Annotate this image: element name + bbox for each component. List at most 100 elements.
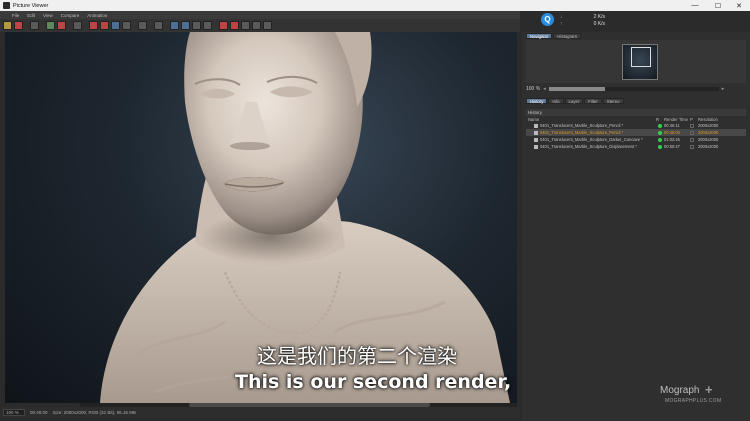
history-row-resolution: 2000x2000	[698, 130, 719, 135]
channel-red-icon[interactable]	[89, 21, 98, 30]
history-row-p-flag[interactable]	[690, 137, 694, 142]
history-row-time: 00:46:11	[664, 123, 680, 128]
subtitle-chinese: 这是我们的第二个渲染	[257, 344, 457, 368]
history-row-name: 0401_Translucent_Marble_Sculpture_Pencil…	[540, 123, 624, 128]
color-picker-icon[interactable]	[138, 21, 147, 30]
history-section-title: History	[526, 109, 746, 116]
history-list: 0401_Translucent_Marble_Sculpture_Pencil…	[526, 122, 746, 150]
zoom-out-icon[interactable]: ◂	[543, 86, 546, 92]
navigator-view-frame[interactable]	[631, 47, 651, 67]
status-dot-icon	[658, 144, 662, 149]
history-row-p-flag[interactable]	[690, 144, 694, 149]
zoom-in-icon[interactable]: ▸	[722, 86, 725, 92]
mograph-logo: Mograph	[660, 385, 700, 396]
filter-1-icon[interactable]	[219, 21, 228, 30]
menu-view[interactable]: View	[43, 13, 53, 18]
tab-filter[interactable]: Filter	[584, 98, 602, 104]
render-thumb-icon	[534, 137, 538, 142]
display-mode-2-icon[interactable]	[181, 21, 190, 30]
ab-compare-icon[interactable]	[73, 21, 82, 30]
frame-time: 00:46:00	[30, 410, 48, 415]
menu-edit[interactable]: Edit	[27, 13, 35, 18]
tab-history[interactable]: History	[526, 98, 548, 104]
history-row-resolution: 2000x2000	[698, 144, 719, 149]
subtitle-english: This is our second render,	[235, 371, 512, 393]
col-render-time[interactable]: Render Time	[664, 117, 688, 122]
upload-arrow-icon: ↑	[560, 21, 563, 27]
download-rate: ↓ 2 K/s	[560, 14, 605, 20]
q-badge-icon[interactable]: Q	[541, 13, 554, 26]
menu-file[interactable]: File	[12, 13, 19, 18]
history-row-p-flag[interactable]	[690, 123, 694, 128]
history-row-name: 0401_Translucent_Marble_Sculpture_Darker…	[540, 137, 643, 142]
history-row-name: 0401_Translucent_Marble_Sculpture_Pencil…	[540, 130, 624, 135]
col-r[interactable]: R	[656, 117, 659, 122]
history-row-time: 01:02:45	[664, 137, 680, 142]
navigator-zoom-slider[interactable]	[548, 86, 719, 91]
display-mode-1-icon[interactable]	[170, 21, 179, 30]
col-resolution[interactable]: Resolution	[698, 117, 718, 122]
film-icon[interactable]	[154, 21, 163, 30]
render-thumb-icon	[534, 130, 538, 135]
image-size-info: Size: 2000x2000, RGB (32 Bit), 96.15 MB	[52, 410, 136, 415]
display-mode-4-icon[interactable]	[203, 21, 212, 30]
history-row[interactable]: 0401_Translucent_Marble_Sculpture_Pencil…	[526, 122, 746, 129]
navigator-preview[interactable]	[526, 40, 746, 83]
save-icon[interactable]	[14, 21, 23, 30]
status-bar: 100 % 00:46:00 Size: 2000x2000, RGB (32 …	[0, 407, 520, 418]
col-name[interactable]: Name	[528, 117, 539, 122]
maximize-button[interactable]: ☐	[707, 0, 729, 11]
tab-histogram[interactable]: Histogram	[553, 33, 581, 39]
history-row-name: 0401_Translucent_Marble_Sculpture_Displa…	[540, 144, 637, 149]
network-stats: Q ↓ 2 K/s ↑ 0 K/s	[540, 11, 750, 32]
status-dot-icon	[658, 123, 662, 128]
render-thumb-icon	[534, 123, 538, 128]
tab-info[interactable]: Info	[548, 98, 564, 104]
navigator-tabs: Navigator Histogram	[526, 33, 581, 39]
zoom-slider-fill	[548, 86, 605, 91]
channel-green-icon[interactable]	[100, 21, 109, 30]
menu-compare[interactable]: Compare	[61, 13, 80, 18]
zoom-field[interactable]: 100 %	[3, 409, 25, 416]
close-button[interactable]: ✕	[728, 0, 750, 11]
channel-blue-icon[interactable]	[111, 21, 120, 30]
tab-stereo[interactable]: Stereo	[602, 98, 624, 104]
history-row-time: 00:46:00	[664, 130, 680, 135]
tab-navigator[interactable]: Navigator	[526, 33, 553, 39]
navigator-thumbnail[interactable]	[622, 44, 658, 80]
status-dot-icon	[658, 130, 662, 135]
upload-rate: ↑ 0 K/s	[560, 21, 605, 27]
logo-url: MOGRAPHPLUS.COM	[665, 398, 722, 404]
history-row[interactable]: 0401_Translucent_Marble_Sculpture_Darker…	[526, 136, 746, 143]
menu-animation[interactable]: Animation	[87, 13, 107, 18]
history-row-p-flag[interactable]	[690, 130, 694, 135]
col-p[interactable]: P	[690, 117, 693, 122]
title-bar: Picture Viewer — ☐ ✕	[0, 0, 750, 11]
status-dot-icon	[658, 137, 662, 142]
download-arrow-icon: ↓	[560, 14, 563, 20]
menu-bar: File Edit View Compare Animation	[0, 11, 520, 19]
app-icon	[3, 2, 10, 9]
render-view-icon[interactable]	[46, 21, 55, 30]
history-row[interactable]: 0401_Translucent_Marble_Sculpture_Displa…	[526, 143, 746, 150]
history-row-resolution: 2000x2000	[698, 137, 719, 142]
minimize-button[interactable]: —	[684, 0, 706, 11]
history-row-time: 00:50:47	[664, 144, 680, 149]
filter-3-icon[interactable]	[241, 21, 250, 30]
stop-icon[interactable]	[30, 21, 39, 30]
open-icon[interactable]	[3, 21, 12, 30]
tab-layer[interactable]: Layer	[564, 98, 584, 104]
toolbar	[0, 19, 520, 32]
logo-plus-icon: +	[705, 382, 713, 397]
navigator-zoom-value: 100 %	[526, 85, 541, 92]
filter-5-icon[interactable]	[263, 21, 272, 30]
history-row-resolution: 2000x2000	[698, 123, 719, 128]
filter-4-icon[interactable]	[252, 21, 261, 30]
history-row[interactable]: 0401_Translucent_Marble_Sculpture_Pencil…	[526, 129, 746, 136]
render-region-icon[interactable]	[57, 21, 66, 30]
filter-2-icon[interactable]	[230, 21, 239, 30]
channel-alpha-icon[interactable]	[122, 21, 131, 30]
display-mode-3-icon[interactable]	[192, 21, 201, 30]
info-tabs: History Info Layer Filter Stereo	[526, 98, 624, 104]
window-title: Picture Viewer	[13, 2, 49, 9]
